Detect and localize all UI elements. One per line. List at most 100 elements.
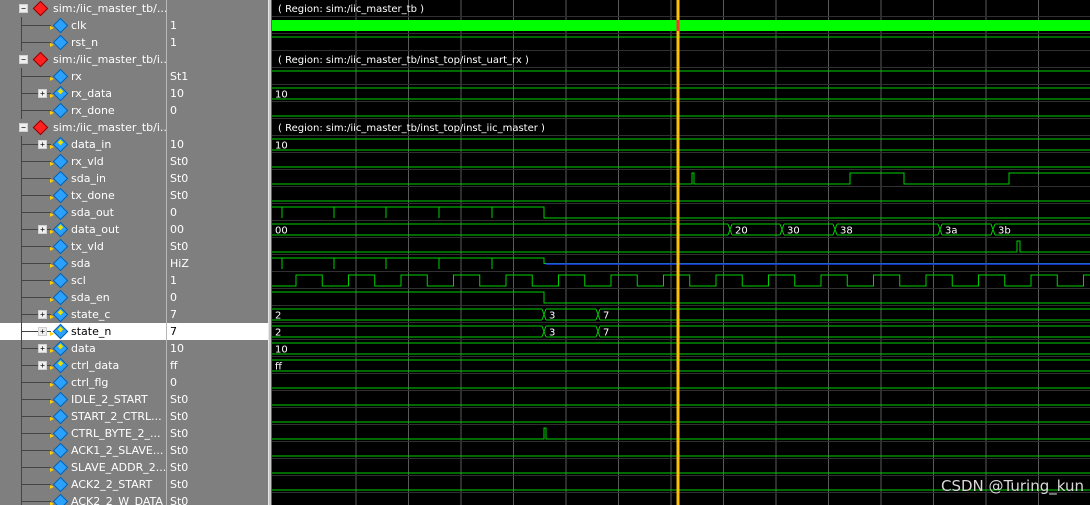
expand-icon[interactable]: +	[38, 225, 47, 234]
signal-row-tx-vld[interactable]: ▸ tx_vld	[0, 238, 166, 255]
signal-value: 0	[170, 104, 177, 117]
expand-icon[interactable]: +	[38, 140, 47, 149]
signal-value: St0	[170, 478, 189, 491]
signal-name: clk	[71, 19, 87, 32]
bus-value-label: 30	[787, 226, 800, 237]
signal-row-sda[interactable]: ▸ sda	[0, 255, 166, 272]
region-label: ( Region: sim:/iic_master_tb/inst_top/in…	[278, 123, 545, 134]
signal-row-ack2-2-start[interactable]: ▸ ACK2_2_START	[0, 476, 166, 493]
expand-icon[interactable]: +	[38, 361, 47, 370]
port-arrow-icon: ▸	[50, 380, 55, 389]
waveform-canvas[interactable]: ( Region: sim:/iic_master_tb ) ( Region: …	[272, 0, 1090, 505]
port-arrow-icon: ▸	[50, 193, 55, 202]
bus-value-label: 10	[275, 90, 288, 101]
tree-line	[21, 501, 51, 502]
collapse-icon[interactable]: −	[19, 4, 28, 13]
signal-row-start-2-ctrl-[interactable]: ▸ START_2_CTRL...	[0, 408, 166, 425]
signal-row-rx-done[interactable]: ▸ rx_done	[0, 102, 166, 119]
signal-value: St0	[170, 410, 189, 423]
signal-name: CTRL_BYTE_2_...	[71, 427, 161, 440]
expand-icon[interactable]: +	[38, 310, 47, 319]
signal-row-ack2-2-w-data[interactable]: ▸ ACK2_2_W_DATA	[0, 493, 166, 505]
signal-name: rx_done	[71, 104, 115, 117]
port-arrow-icon: ▸	[50, 448, 55, 457]
signal-row-ctrl-data[interactable]: + ▸ ctrl_data	[0, 357, 166, 374]
signal-row-ctrl-byte-2-[interactable]: ▸ CTRL_BYTE_2_...	[0, 425, 166, 442]
port-arrow-icon: ▸	[50, 278, 55, 287]
collapse-icon[interactable]: −	[19, 123, 28, 132]
signal-value	[167, 0, 269, 17]
signal-row-sda-en[interactable]: ▸ sda_en	[0, 289, 166, 306]
bus-value-label: 00	[275, 226, 288, 237]
signal-row-sda-out[interactable]: ▸ sda_out	[0, 204, 166, 221]
signal-value: 0	[170, 376, 177, 389]
signal-value-panel[interactable]: 1 1 St1 10 0 10 St0 St0 St0 0 00 St0 HiZ 1 0 7 7 10 ff 0 St0…	[166, 0, 269, 505]
port-arrow-icon: ▸	[50, 431, 55, 440]
port-arrow-icon: ▸	[50, 465, 55, 474]
signal-name: rst_n	[71, 36, 99, 49]
signal-name: data_in	[71, 138, 112, 151]
port-arrow-icon: ▸	[50, 108, 55, 117]
signal-value: ff	[170, 359, 178, 372]
signal-value: St1	[170, 70, 189, 83]
signal-row-idle-2-start[interactable]: ▸ IDLE_2_START	[0, 391, 166, 408]
signal-name: state_n	[71, 325, 112, 338]
port-arrow-icon: ▸	[50, 397, 55, 406]
signal-name: ACK1_2_SLAVE...	[71, 444, 164, 457]
signal-row-slave-addr-2-[interactable]: ▸ SLAVE_ADDR_2...	[0, 459, 166, 476]
signal-row-sim-iic-master-tb-i-[interactable]: − sim:/iic_master_tb/i...	[0, 119, 166, 136]
signal-name: START_2_CTRL...	[71, 410, 162, 423]
expand-icon[interactable]: +	[38, 327, 47, 336]
signal-row-sim-iic-master-tb-i-[interactable]: − sim:/iic_master_tb/i...	[0, 51, 166, 68]
signal-value: 1	[170, 274, 177, 287]
signal-row-clk[interactable]: ▸ clk	[0, 17, 166, 34]
signal-value	[167, 51, 269, 68]
tree-line	[21, 493, 22, 505]
collapse-icon[interactable]: −	[19, 55, 28, 64]
bus-value-label: 3a	[945, 226, 958, 237]
signal-row-rx-data[interactable]: + ▸ rx_data	[0, 85, 166, 102]
signal-row-data[interactable]: + ▸ data	[0, 340, 166, 357]
tree-line	[21, 484, 51, 485]
wave-clk	[272, 20, 1090, 31]
signal-row-scl[interactable]: ▸ scl	[0, 272, 166, 289]
port-arrow-icon: ▸	[50, 91, 55, 100]
signal-name-panel[interactable]: − sim:/iic_master_tb/... ▸ clk ▸ rst_n − sim:/i…	[0, 0, 166, 505]
port-arrow-icon: ▸	[50, 363, 55, 372]
signal-name: scl	[71, 274, 86, 287]
tree-line	[21, 399, 51, 400]
bus-value-label: 2	[275, 328, 281, 339]
signal-row-sim-iic-master-tb-[interactable]: − sim:/iic_master_tb/...	[0, 0, 166, 17]
signal-value: 0	[170, 291, 177, 304]
bus-ctrl_data: ff	[272, 359, 1090, 373]
tree-line	[21, 42, 51, 43]
signal-row-ack1-2-slave-[interactable]: ▸ ACK1_2_SLAVE...	[0, 442, 166, 459]
cursor-marker	[676, 20, 680, 31]
wave-CTRL_BYTE_2	[272, 427, 1090, 440]
tree-line	[21, 25, 51, 26]
signal-name: sda_en	[71, 291, 110, 304]
signal-name: state_c	[71, 308, 111, 321]
signal-value: HiZ	[170, 257, 189, 270]
signal-row-sda-in[interactable]: ▸ sda_in	[0, 170, 166, 187]
signal-row-ctrl-flg[interactable]: ▸ ctrl_flg	[0, 374, 166, 391]
signal-name: SLAVE_ADDR_2...	[71, 461, 166, 474]
expand-icon[interactable]: +	[38, 89, 47, 98]
signal-name: sda	[71, 257, 91, 270]
signal-row-state-c[interactable]: + ▸ state_c	[0, 306, 166, 323]
wave-sda_out	[272, 206, 1090, 219]
signal-row-tx-done[interactable]: ▸ tx_done	[0, 187, 166, 204]
port-arrow-icon: ▸	[50, 210, 55, 219]
signal-row-rx-vld[interactable]: ▸ rx_vld	[0, 153, 166, 170]
port-arrow-icon: ▸	[50, 295, 55, 304]
expand-icon[interactable]: +	[38, 344, 47, 353]
waveform-panel[interactable]: ( Region: sim:/iic_master_tb ) ( Region: …	[272, 0, 1090, 505]
signal-row-rst-n[interactable]: ▸ rst_n	[0, 34, 166, 51]
signal-row-rx[interactable]: ▸ rx	[0, 68, 166, 85]
port-arrow-icon: ▸	[50, 414, 55, 423]
signal-row-data-in[interactable]: + ▸ data_in	[0, 136, 166, 153]
port-arrow-icon: ▸	[50, 23, 55, 32]
signal-row-state-n[interactable]: + ▸ state_n	[0, 323, 166, 340]
bus-value-label: 3	[549, 328, 555, 339]
signal-row-data-out[interactable]: + ▸ data_out	[0, 221, 166, 238]
